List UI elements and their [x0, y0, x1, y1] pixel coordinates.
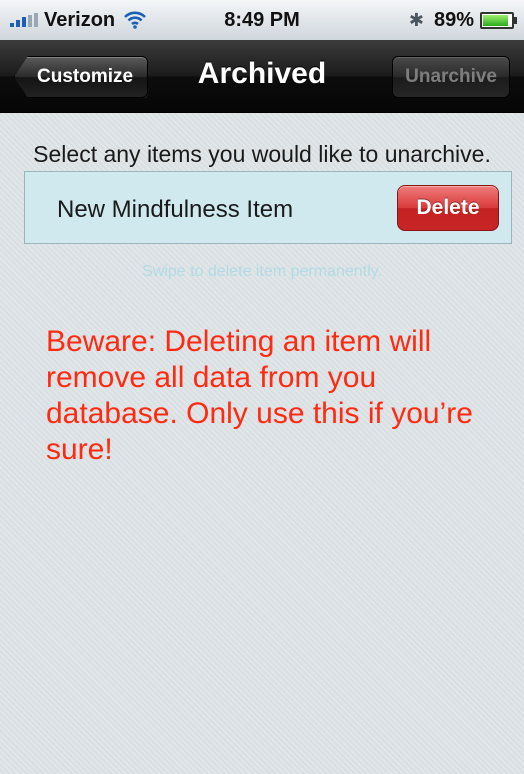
status-right: ✱ 89% [408, 8, 517, 31]
delete-button[interactable]: Delete [397, 185, 499, 231]
content-area: Select any items you would like to unarc… [0, 113, 524, 774]
battery-percent: 89% [433, 8, 474, 31]
status-bar: Verizon 8:49 PM ✱ 89% [0, 0, 524, 40]
battery-fill [483, 14, 508, 26]
battery-icon [480, 11, 517, 29]
item-label: New Mindfulness Item [57, 196, 294, 223]
swipe-hint: Swipe to delete item permanently. [142, 263, 382, 280]
list-item[interactable]: New Mindfulness Item Delete [24, 171, 512, 244]
instruction-text: Select any items you would like to unarc… [33, 141, 491, 167]
warning-annotation: Beware: Deleting an item will remove all… [46, 325, 473, 466]
unarchive-button[interactable]: Unarchive [392, 56, 510, 98]
navigation-bar: Customize Archived Unarchive [0, 40, 524, 113]
bluetooth-icon: ✱ [408, 9, 424, 30]
